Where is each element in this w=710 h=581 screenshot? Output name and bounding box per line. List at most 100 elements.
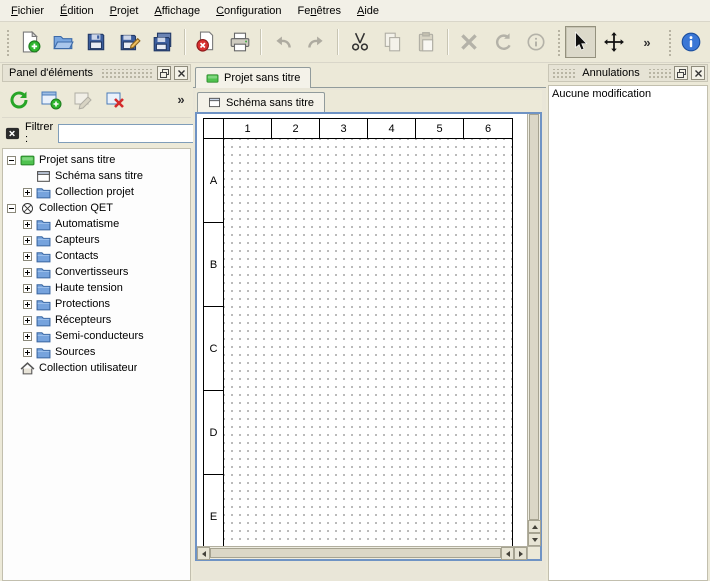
float-dock-button[interactable]	[674, 66, 688, 80]
close-dock-button[interactable]	[174, 66, 188, 80]
redo-button[interactable]	[301, 26, 332, 58]
vertical-scroll-thumb[interactable]	[529, 114, 539, 520]
folder-blue-icon	[36, 282, 51, 295]
tree-item[interactable]: Collection utilisateur	[3, 360, 190, 376]
tree-expander[interactable]	[23, 300, 32, 309]
tree-expander[interactable]	[23, 220, 32, 229]
project-subwindow: Schéma sans titre 123456 ABCDE	[195, 90, 542, 561]
pan-tool-button[interactable]	[598, 26, 629, 58]
diagram-grid[interactable]	[224, 139, 512, 546]
tab-project[interactable]: Projet sans titre	[195, 67, 311, 88]
tree-item[interactable]: Protections	[3, 296, 190, 312]
conductor-info-button[interactable]	[520, 26, 551, 58]
cut-button[interactable]	[344, 26, 375, 58]
tree-item-label: Semi-conducteurs	[55, 330, 144, 342]
menu-affichage[interactable]: Affichage	[146, 2, 208, 20]
tree-expander[interactable]	[23, 236, 32, 245]
print-button[interactable]	[224, 26, 255, 58]
delete-x-icon	[458, 31, 480, 53]
tree-item[interactable]: Contacts	[3, 248, 190, 264]
main-area: Panel d'éléments » Filtrer :	[0, 64, 710, 581]
delete-button[interactable]	[454, 26, 485, 58]
tree-expander[interactable]	[23, 348, 32, 357]
tree-item-label: Convertisseurs	[55, 266, 128, 278]
panel-toolbar: »	[2, 82, 191, 118]
undo-button[interactable]	[267, 26, 298, 58]
tree-expander[interactable]	[23, 332, 32, 341]
scroll-left-button[interactable]	[197, 547, 210, 560]
menu-aide[interactable]: Aide	[349, 2, 387, 20]
float-dock-button[interactable]	[157, 66, 171, 80]
tree-expander[interactable]	[23, 268, 32, 277]
horizontal-scroll-thumb[interactable]	[210, 548, 501, 558]
save-button[interactable]	[81, 26, 112, 58]
tree-expander[interactable]	[23, 284, 32, 293]
info-blue-icon	[680, 31, 702, 53]
tree-item[interactable]: Semi-conducteurs	[3, 328, 190, 344]
new-file-button[interactable]	[14, 26, 45, 58]
copy-button[interactable]	[377, 26, 408, 58]
tree-item[interactable]: Haute tension	[3, 280, 190, 296]
tree-expander[interactable]	[7, 156, 16, 165]
undo-panel-titlebar[interactable]: Annulations	[548, 64, 708, 82]
close-doc-icon	[195, 31, 217, 53]
arrow-left-icon	[202, 551, 206, 557]
tree-expander[interactable]	[23, 252, 32, 261]
menu-edition[interactable]: Édition	[52, 2, 102, 20]
close-dock-button[interactable]	[691, 66, 705, 80]
tree-item[interactable]: Schéma sans titre	[3, 168, 190, 184]
close-icon	[177, 69, 186, 78]
scroll-up-button[interactable]	[528, 520, 541, 533]
save-as-button[interactable]	[114, 26, 145, 58]
tools-overflow-button[interactable]: »	[631, 26, 662, 58]
menu-configuration[interactable]: Configuration	[208, 2, 289, 20]
menu-fichier[interactable]: Fichier	[3, 2, 52, 20]
undo-panel-title: Annulations	[578, 67, 644, 79]
tab-schema[interactable]: Schéma sans titre	[197, 92, 325, 112]
tree-expander[interactable]	[23, 188, 32, 197]
save-all-button[interactable]	[147, 26, 178, 58]
reload-collections-button[interactable]	[4, 85, 34, 115]
row-header: B	[204, 223, 224, 307]
tree-item-label: Schéma sans titre	[55, 170, 143, 182]
diagram-paper: 123456 ABCDE	[203, 118, 513, 546]
arrow-left-icon	[506, 551, 510, 557]
clear-filter-button[interactable]	[5, 124, 20, 142]
undo-list-item[interactable]: Aucune modification	[549, 86, 707, 102]
new-element-button[interactable]	[36, 85, 66, 115]
horizontal-scrollbar[interactable]	[197, 546, 527, 559]
filter-input[interactable]	[58, 124, 208, 143]
tree-item[interactable]: Collection projet	[3, 184, 190, 200]
close-file-button[interactable]	[191, 26, 222, 58]
tree-item[interactable]: Sources	[3, 344, 190, 360]
delete-element-button[interactable]	[100, 85, 130, 115]
diagram-viewport[interactable]: 123456 ABCDE	[197, 114, 527, 546]
rotate-button[interactable]	[487, 26, 518, 58]
about-button[interactable]	[676, 26, 707, 58]
tree-expander[interactable]	[23, 316, 32, 325]
select-tool-button[interactable]	[565, 26, 596, 58]
home-icon	[20, 362, 35, 375]
open-file-button[interactable]	[47, 26, 78, 58]
paste-button[interactable]	[411, 26, 442, 58]
elements-panel-titlebar[interactable]: Panel d'éléments	[2, 64, 191, 82]
tree-item[interactable]: Projet sans titre	[3, 152, 190, 168]
project-green-icon	[206, 73, 219, 84]
scroll-right-button[interactable]	[514, 547, 527, 560]
tree-item[interactable]: Capteurs	[3, 232, 190, 248]
menu-fenetres[interactable]: Fenêtres	[290, 2, 349, 20]
tree-expander[interactable]	[7, 204, 16, 213]
panel-overflow-button[interactable]: »	[173, 85, 189, 115]
tree-item[interactable]: Automatisme	[3, 216, 190, 232]
tree-item[interactable]: Convertisseurs	[3, 264, 190, 280]
edit-element-button[interactable]	[68, 85, 98, 115]
filter-clear-icon	[5, 126, 20, 141]
vertical-scrollbar[interactable]	[527, 114, 540, 546]
scroll-left-button-2[interactable]	[501, 547, 514, 560]
folder-blue-icon	[36, 218, 51, 231]
tree-item[interactable]: Collection QET	[3, 200, 190, 216]
scroll-down-button[interactable]	[528, 533, 541, 546]
menu-projet[interactable]: Projet	[102, 2, 147, 20]
print-icon	[229, 31, 251, 53]
tree-item[interactable]: Récepteurs	[3, 312, 190, 328]
